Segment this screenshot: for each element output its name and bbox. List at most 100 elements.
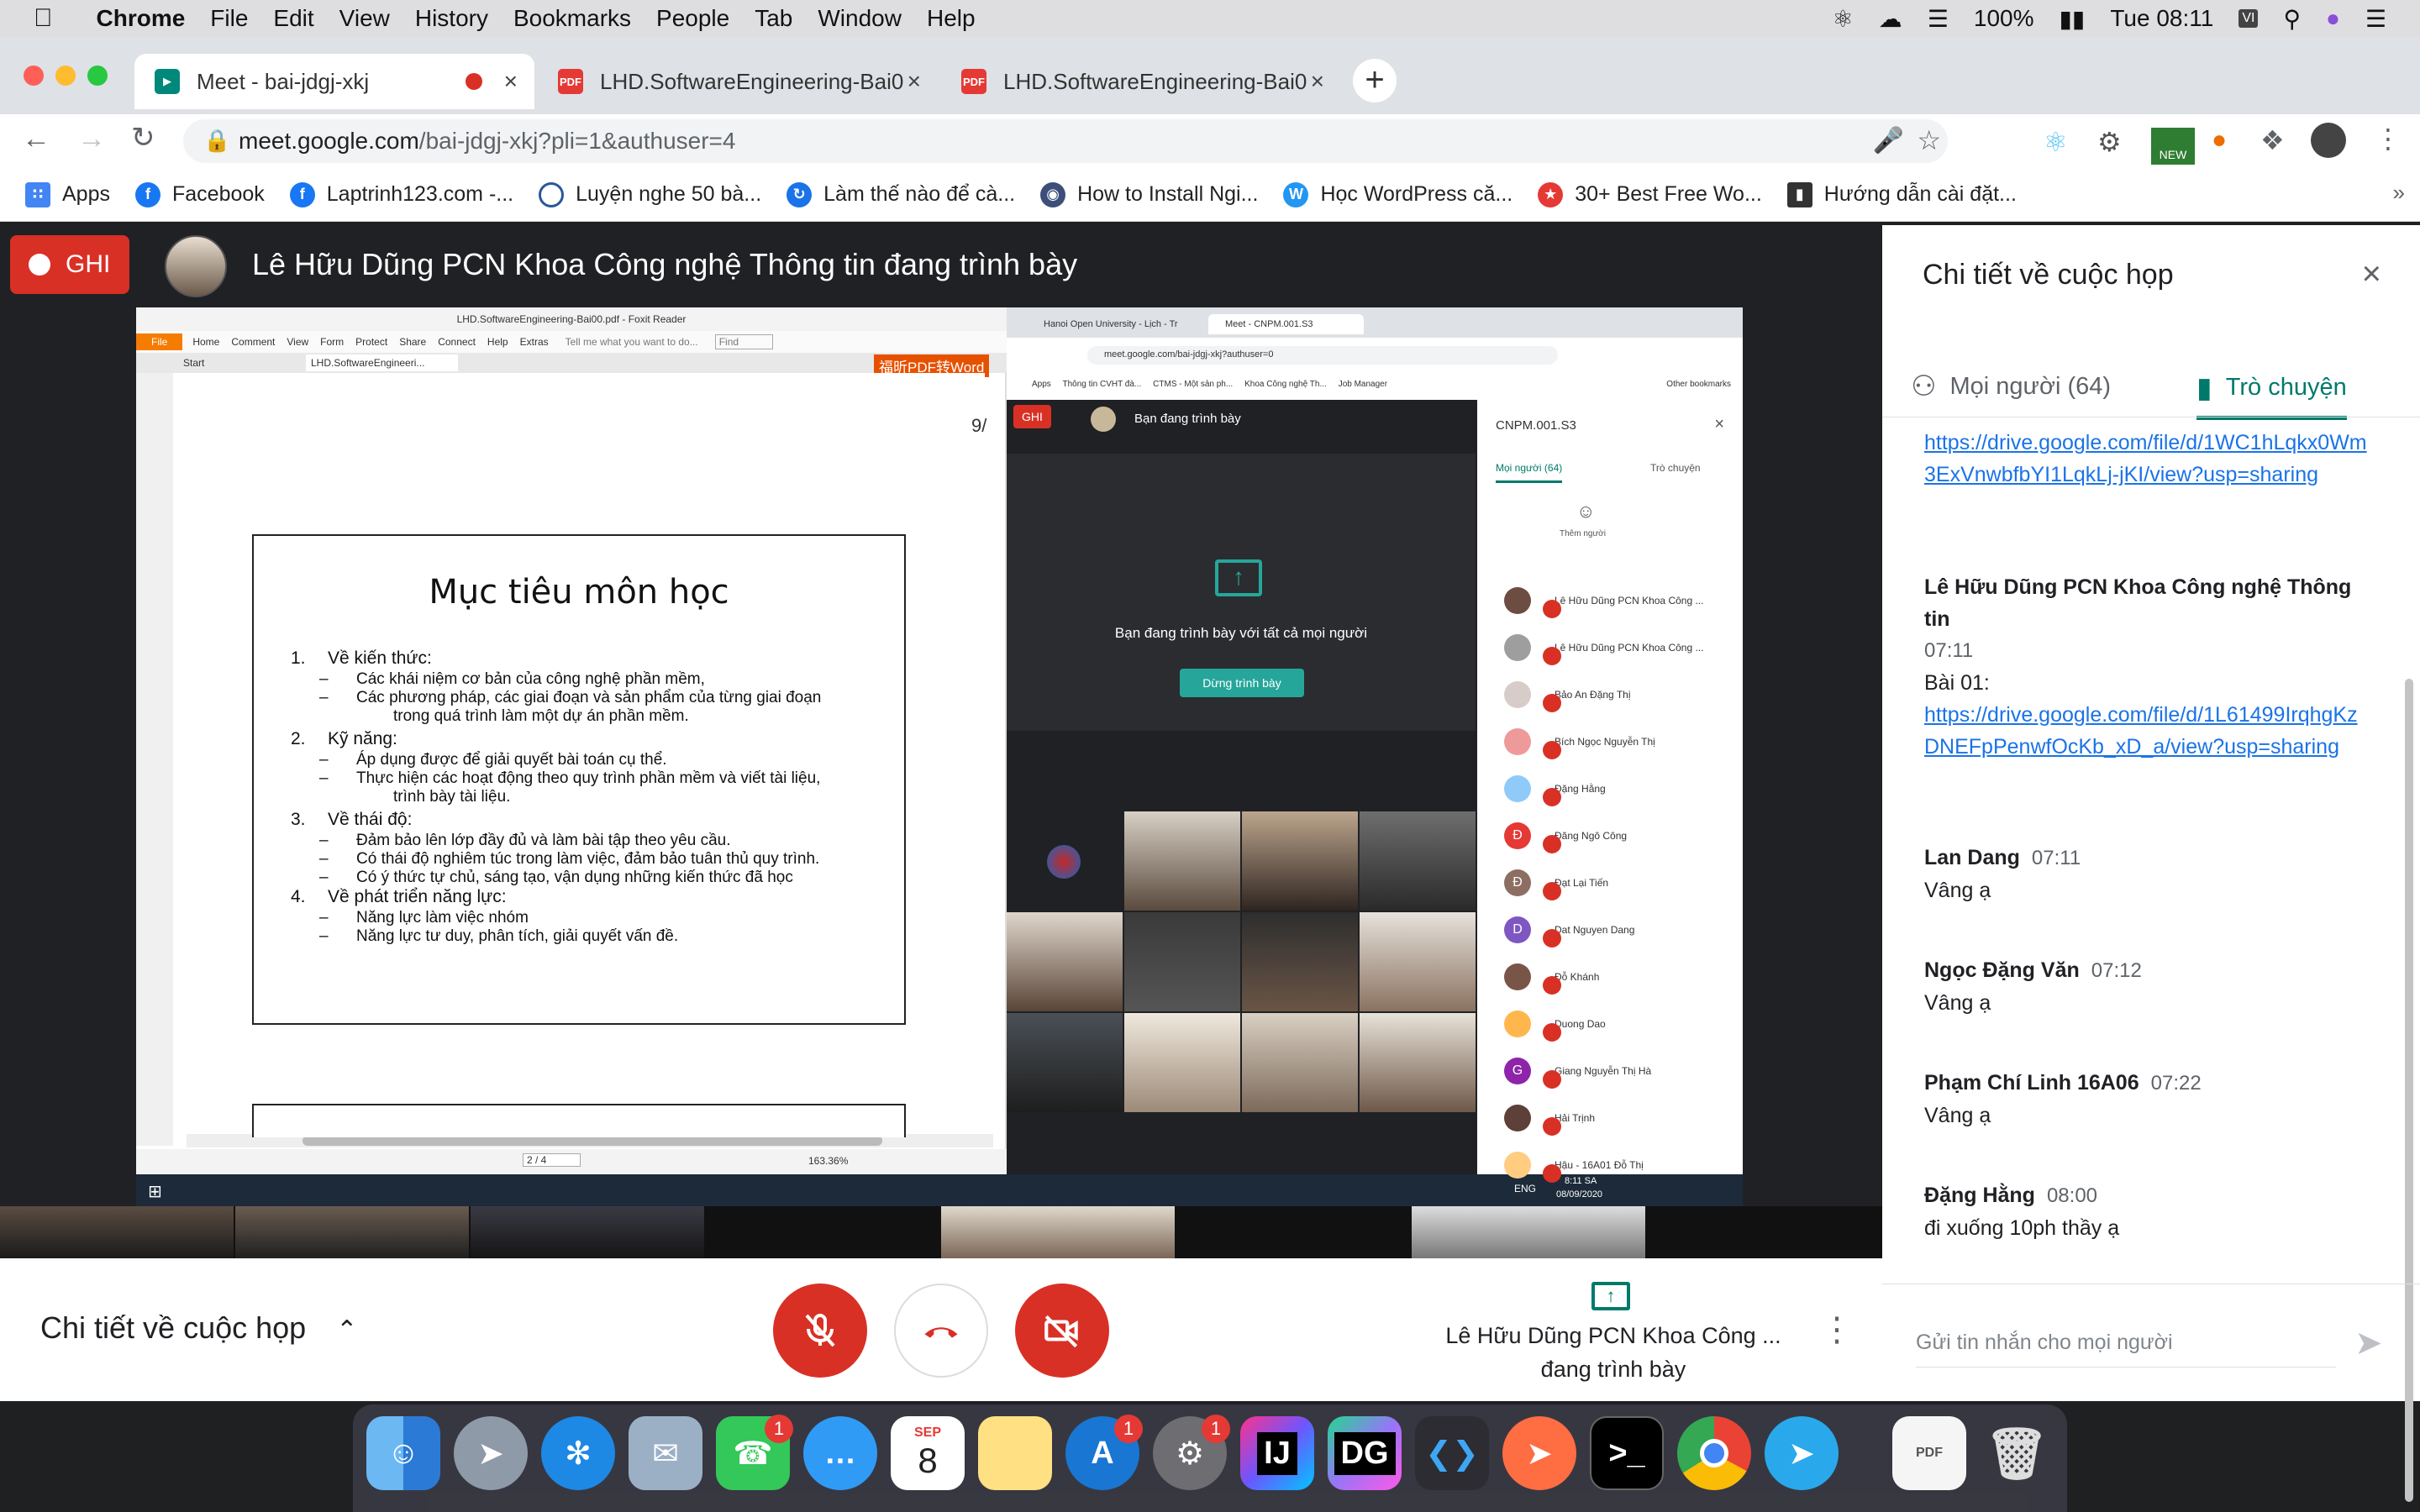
inner-bookmark[interactable]: CTMS - Một sản ph... (1153, 380, 1233, 389)
ribbon-help[interactable]: Help (487, 336, 508, 348)
ribbon-comment[interactable]: Comment (231, 336, 275, 348)
camera-off-button[interactable] (1015, 1284, 1109, 1378)
telegram-icon[interactable]: ➤ (1765, 1416, 1839, 1490)
bookmark-apps[interactable]: ∷ Apps (25, 181, 110, 207)
presenting-status[interactable]: Lê Hữu Dũng PCN Khoa Công ... đang trình… (1428, 1319, 1798, 1386)
taskbar-lang[interactable]: ENG (1514, 1183, 1536, 1194)
stop-presenting-button[interactable]: Dừng trình bày (1180, 669, 1304, 697)
inner-address-bar[interactable]: meet.google.com/bai-jdgj-xkj?authuser=0 (1087, 346, 1558, 365)
ribbon-file[interactable]: File (136, 333, 183, 350)
extension-gear-icon[interactable]: ⚙ (2097, 126, 2122, 158)
inner-close-icon[interactable]: × (1714, 415, 1724, 434)
foxit-tab-start[interactable]: Start (183, 357, 204, 369)
menu-people[interactable]: People (656, 5, 729, 32)
menu-tab[interactable]: Tab (755, 5, 792, 32)
foxit-tab-doc[interactable]: LHD.SoftwareEngineeri... (306, 354, 459, 371)
menu-history[interactable]: History (415, 5, 488, 32)
leave-call-button[interactable] (894, 1284, 988, 1378)
safari-icon[interactable]: ✻ (541, 1416, 615, 1490)
mail-icon[interactable]: ✉ (629, 1416, 702, 1490)
reload-icon[interactable]: ↻ (131, 121, 155, 155)
inner-participant[interactable]: Lê Hữu Dũng PCN Khoa Công ... (1504, 581, 1731, 620)
send-icon[interactable]: ➤ (2354, 1324, 2383, 1362)
ribbon-home[interactable]: Home (192, 336, 219, 348)
forward-icon[interactable]: → (77, 123, 106, 155)
battery-icon[interactable]: ▮▮ (2060, 5, 2086, 33)
chat-link[interactable]: https://drive.google.com/file/d/1L61499I… (1924, 703, 2358, 759)
profile-avatar[interactable] (2311, 123, 2346, 158)
vscode-icon[interactable]: ❮❯ (1415, 1416, 1489, 1490)
windows-start-icon[interactable]: ⊞ (148, 1181, 162, 1202)
react-devtools-icon[interactable]: ⚛ (2044, 126, 2068, 158)
zoom-window-button[interactable] (87, 66, 108, 86)
inner-bookmark[interactable]: Khoa Công nghệ Th... (1244, 380, 1327, 389)
inner-participant[interactable]: Đặng Hằng (1504, 769, 1731, 808)
bookmark-huong-dan[interactable]: ▮ Hướng dẫn cài đặt... (1786, 181, 2017, 207)
close-panel-icon[interactable]: × (2362, 255, 2381, 293)
inner-tab-2[interactable]: Meet - CNPM.001.S3 (1208, 314, 1364, 334)
tab-meet[interactable]: ▶ Meet - bai-jdgj-xkj × (134, 54, 534, 109)
inner-participant[interactable]: Đ Đăng Ngô Công (1504, 816, 1731, 855)
inner-tab-people[interactable]: Mọi người (64) (1496, 462, 1563, 483)
launchpad-icon[interactable]: ➤ (454, 1416, 528, 1490)
inner-participant[interactable]: Hậu - 16A01 Đỗ Thị (1504, 1146, 1731, 1184)
tab-people[interactable]: ⚇ Mọi người (64) (1911, 360, 2111, 413)
notification-center-icon[interactable]: ☰ (2365, 5, 2386, 33)
tab-chat[interactable]: ▮ Trò chuyện (2196, 360, 2347, 420)
bookmark-facebook[interactable]: f Facebook (134, 181, 265, 207)
tell-me-search[interactable]: Tell me what you want to do... (566, 336, 698, 348)
trash-icon[interactable]: 🗑 (1980, 1416, 2054, 1490)
inner-tab-1[interactable]: Hanoi Open University - Lịch - Tr (1044, 319, 1178, 329)
pdf-document-icon[interactable]: PDF (1892, 1416, 1966, 1490)
messages-icon[interactable]: … (803, 1416, 877, 1490)
menu-window[interactable]: Window (818, 5, 902, 32)
menu-file[interactable]: File (210, 5, 248, 32)
inner-record-badge[interactable]: GHI (1013, 405, 1051, 428)
recording-badge[interactable]: GHI (10, 235, 129, 294)
inner-participant[interactable]: Duong Dao (1504, 1005, 1731, 1043)
bookmark-best-free[interactable]: ★ 30+ Best Free Wo... (1538, 181, 1762, 207)
inner-participant[interactable]: Đ Đạt Lại Tiến (1504, 864, 1731, 902)
mic-off-button[interactable] (773, 1284, 867, 1378)
close-tab-icon[interactable]: × (908, 68, 921, 95)
close-tab-icon[interactable]: × (1311, 68, 1324, 95)
chat-link[interactable]: https://drive.google.com/file/d/1WC1hLqk… (1924, 431, 2367, 486)
inner-participant[interactable]: Hải Trịnh (1504, 1099, 1731, 1137)
new-tab-button[interactable]: + (1353, 59, 1397, 102)
input-source-icon[interactable]: VI (2238, 9, 2259, 28)
zoom-level[interactable]: 163.36% (808, 1155, 848, 1167)
address-bar[interactable]: 🔒 meet.google.com/bai-jdgj-xkj?pli=1&aut… (183, 119, 1948, 163)
bookmark-wordpress[interactable]: W Học WordPress că... (1283, 181, 1512, 207)
ribbon-form[interactable]: Form (320, 336, 344, 348)
page-field[interactable]: 2 / 4 (523, 1153, 581, 1167)
inner-participant[interactable]: Bích Ngọc Nguyễn Thị (1504, 722, 1731, 761)
chat-input[interactable]: Gửi tin nhắn cho mọi người (1916, 1331, 2336, 1368)
menu-help[interactable]: Help (927, 5, 976, 32)
inner-bookmark[interactable]: Job Manager (1339, 380, 1387, 389)
clock[interactable]: Tue 08:11 (2110, 5, 2213, 32)
notes-icon[interactable] (978, 1416, 1052, 1490)
microphone-icon[interactable]: 🎤 (1873, 126, 1904, 155)
bookmark-lam-the-nao[interactable]: ↻ Làm thế nào để cà... (786, 181, 1015, 207)
add-person-icon[interactable]: ☺ (1576, 501, 1595, 522)
more-bookmarks-icon[interactable]: » (2393, 180, 2405, 206)
inner-participant[interactable]: D Dat Nguyen Dang (1504, 911, 1731, 949)
menu-edit[interactable]: Edit (273, 5, 313, 32)
wifi-icon[interactable]: ☰ (1928, 5, 1949, 33)
extensions-puzzle-icon[interactable]: ❖ (2260, 124, 2285, 156)
back-icon[interactable]: ← (22, 123, 50, 155)
bookmark-luyen-nghe[interactable]: Luyện nghe 50 bà... (539, 181, 761, 207)
inner-bookmark[interactable]: Other bookmarks (1666, 380, 1731, 389)
spotlight-icon[interactable]: ⚲ (2283, 5, 2301, 33)
apple-menu-icon[interactable]:  (34, 4, 53, 33)
terminal-icon[interactable]: >_ (1590, 1416, 1664, 1490)
minimize-window-button[interactable] (55, 66, 76, 86)
inner-participant[interactable]: G Giang Nguyễn Thị Hà (1504, 1052, 1731, 1090)
meeting-details-button[interactable]: Chi tiết về cuộc họp ⌃ (40, 1310, 357, 1346)
ribbon-extras[interactable]: Extras (520, 336, 549, 348)
ribbon-view[interactable]: View (287, 336, 308, 348)
extension-orange-icon[interactable]: ● (2212, 126, 2227, 155)
menu-view[interactable]: View (339, 5, 390, 32)
menu-bookmarks[interactable]: Bookmarks (513, 5, 631, 32)
inner-bookmark[interactable]: Thông tin CVHT đà... (1063, 380, 1142, 389)
